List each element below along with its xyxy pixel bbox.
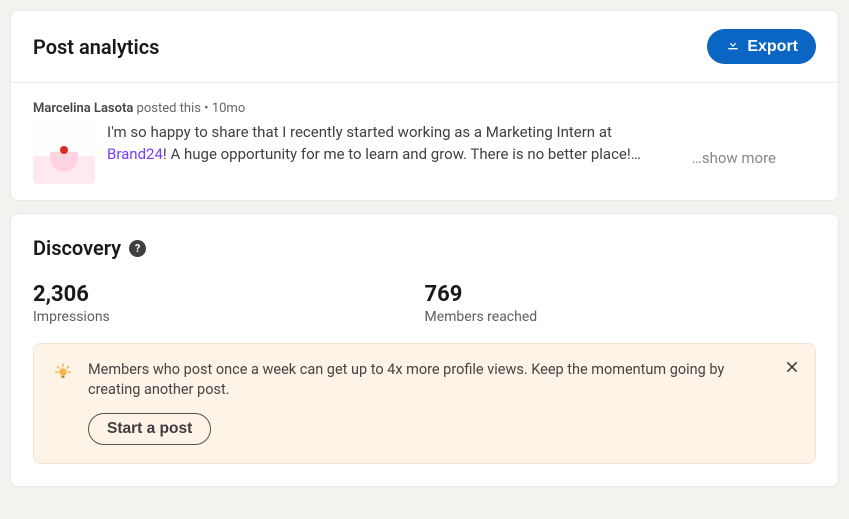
stats-row: 2,306 Impressions 769 Members reached	[33, 282, 816, 325]
export-button[interactable]: Export	[707, 29, 816, 64]
page-title: Post analytics	[33, 35, 159, 59]
tip-content: Members who post once a week can get up …	[88, 360, 797, 445]
stat-value: 769	[425, 282, 817, 307]
stat-members-reached: 769 Members reached	[425, 282, 817, 325]
tip-box: Members who post once a week can get up …	[33, 343, 816, 464]
show-more-link[interactable]: …show more	[692, 149, 776, 167]
post-row: I'm so happy to share that I recently st…	[33, 122, 816, 184]
post-thumbnail[interactable]	[33, 122, 95, 184]
post-text-wrap: I'm so happy to share that I recently st…	[107, 122, 816, 166]
post-body-before: I'm so happy to share that I recently st…	[107, 123, 612, 141]
discovery-header: Discovery ?	[33, 236, 816, 260]
stat-label: Members reached	[425, 309, 817, 325]
post-mention[interactable]: Brand24	[107, 145, 163, 163]
post-author[interactable]: Marcelina Lasota	[33, 101, 133, 116]
stat-value: 2,306	[33, 282, 425, 307]
post-analytics-card: Post analytics Export Marcelina Lasota p…	[10, 10, 839, 201]
stat-label: Impressions	[33, 309, 425, 325]
discovery-card: Discovery ? 2,306 Impressions 769 Member…	[10, 213, 839, 487]
post-time-ago: 10mo	[212, 101, 245, 116]
post-text: I'm so happy to share that I recently st…	[107, 122, 667, 166]
close-icon[interactable]	[783, 358, 801, 376]
start-post-button[interactable]: Start a post	[88, 413, 211, 445]
post-section: Marcelina Lasota posted this • 10mo I'm …	[11, 83, 838, 200]
download-icon	[725, 36, 741, 57]
stat-impressions: 2,306 Impressions	[33, 282, 425, 325]
tip-text: Members who post once a week can get up …	[88, 360, 728, 401]
discovery-title: Discovery	[33, 236, 121, 260]
card-header: Post analytics Export	[11, 11, 838, 83]
post-meta: Marcelina Lasota posted this • 10mo	[33, 101, 816, 116]
post-action-text: posted this •	[133, 101, 211, 116]
post-body-after: ! A huge opportunity for me to learn and…	[163, 145, 641, 163]
export-label: Export	[747, 38, 798, 56]
lightbulb-icon	[52, 362, 74, 384]
help-icon[interactable]: ?	[129, 240, 146, 257]
